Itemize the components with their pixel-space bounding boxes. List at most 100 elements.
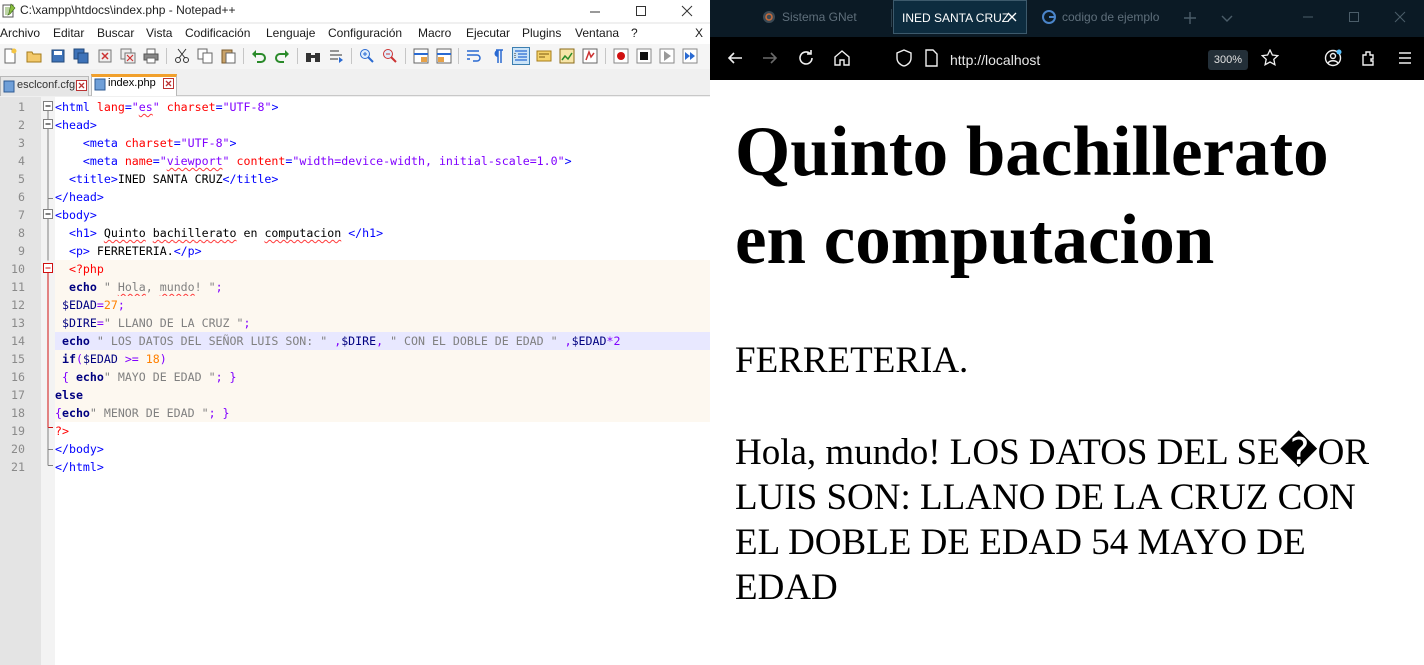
menu-help[interactable]: ? [631,26,638,40]
zoom-level-badge[interactable]: 300% [1208,50,1248,70]
toolbar-separator [297,48,298,64]
open-file-icon[interactable] [26,48,42,64]
back-arrow-icon[interactable] [726,49,744,67]
play-macro-icon[interactable] [659,48,675,64]
code-line-19: ?> [55,424,69,438]
function-list-icon[interactable] [582,48,598,64]
tab-list-chevron-down-icon[interactable] [1220,11,1234,25]
code-line-15: if($EDAD >= 18) [55,350,710,368]
tab-close-icon[interactable] [1007,12,1017,22]
menu-ejecutar[interactable]: Ejecutar [466,26,510,40]
tab-ined-santa-cruz[interactable]: INED SANTA CRUZ [893,0,1027,34]
notepad-window: C:\xampp\htdocs\index.php - Notepad++ Ar… [0,0,710,665]
fold-markers [43,101,53,466]
maximize-icon [1349,12,1359,22]
run-macro-multiple-icon[interactable] [682,48,698,64]
undo-icon[interactable] [251,48,267,64]
bookmark-star-icon[interactable] [1261,49,1279,67]
record-macro-icon[interactable] [613,48,629,64]
zoom-in-icon[interactable] [359,48,375,64]
line-number: 7 [18,208,25,222]
code-line-10: <?php [55,260,710,278]
menu-hamburger-icon[interactable] [1396,49,1414,67]
line-number: 15 [11,352,25,366]
home-icon[interactable] [833,49,851,67]
fold-box-minus-icon[interactable] [43,101,53,111]
sync-horizontal-icon[interactable] [436,48,452,64]
print-icon[interactable] [143,48,159,64]
tab-separator [891,9,892,27]
close-all-icon[interactable] [120,48,136,64]
browser-maximize-button[interactable] [1331,0,1377,34]
extensions-icon[interactable] [1360,49,1378,67]
line-number: 20 [11,442,25,456]
tab-close-icon[interactable] [163,78,174,89]
new-tab-icon[interactable] [1183,11,1197,25]
replace-icon[interactable] [328,48,344,64]
reload-icon[interactable] [797,49,815,67]
copy-icon[interactable] [197,48,213,64]
close-file-icon[interactable] [97,48,113,64]
fold-box-minus-icon[interactable] [43,119,53,129]
menu-lenguaje[interactable]: Lenguaje [266,26,315,40]
page-info-icon[interactable] [922,49,940,67]
line-number: 1 [18,100,25,114]
paste-icon[interactable] [220,48,236,64]
menu-archivo[interactable]: Archivo [0,26,40,40]
fold-box-minus-icon[interactable] [43,209,53,219]
browser-close-button[interactable] [1377,0,1423,34]
menu-buscar[interactable]: Buscar [97,26,134,40]
document-map-icon[interactable] [559,48,575,64]
menu-macro[interactable]: Macro [418,26,451,40]
php-fold-box-minus-icon[interactable] [43,263,53,273]
code-editor[interactable]: 1 2 3 4 5 6 7 8 9 10 11 12 13 14 15 16 1… [0,97,710,665]
forward-arrow-icon[interactable] [761,49,779,67]
code-text[interactable]: <html lang="es" charset="UTF-8"> <head> … [55,97,710,665]
menu-ventana[interactable]: Ventana [575,26,619,40]
line-number: 17 [11,388,25,402]
toolbar [0,44,710,69]
user-language-icon[interactable] [536,48,552,64]
menu-vista[interactable]: Vista [146,26,172,40]
indent-guide-icon[interactable] [512,47,530,65]
menu-configuracion[interactable]: Configuración [328,26,402,40]
zoom-out-icon[interactable] [382,48,398,64]
menu-codificacion[interactable]: Codificación [185,26,250,40]
browser-minimize-button[interactable] [1285,0,1331,34]
line-number: 16 [11,370,25,384]
redo-icon[interactable] [274,48,290,64]
tab-sistema-gnet[interactable]: Sistema GNet [750,0,890,34]
menu-plugins[interactable]: Plugins [522,26,561,40]
tab-close-icon[interactable] [76,80,87,91]
tab-codigo-de-ejemplo[interactable]: codigo de ejemplo [1030,0,1170,34]
tab-index-php[interactable]: index.php [91,74,177,96]
url-bar[interactable]: http://localhost [950,52,1040,68]
close-icon [681,5,693,17]
account-icon[interactable] [1324,49,1342,67]
cut-icon[interactable] [174,48,190,64]
shield-icon[interactable] [895,49,913,67]
document-tabs: esclconf.cfg index.php [0,74,710,96]
line-number: 3 [18,136,25,150]
tab-label: index.php [108,77,156,89]
minimize-icon [590,11,600,13]
show-all-characters-icon[interactable] [489,48,505,64]
sync-vertical-icon[interactable] [413,48,429,64]
save-icon[interactable] [50,48,66,64]
close-button[interactable] [664,0,710,22]
code-line-8: <h1> Quinto bachillerato en computacion … [68,226,384,240]
tab-esclconf-cfg[interactable]: esclconf.cfg [0,76,89,96]
find-icon[interactable] [305,48,321,64]
tab-label: codigo de ejemplo [1062,10,1160,24]
minimize-button[interactable] [572,0,618,22]
maximize-button[interactable] [618,0,664,22]
line-number: 9 [18,244,25,258]
menu-editar[interactable]: Editar [53,26,84,40]
code-line-18: {echo" MENOR DE EDAD "; } [55,404,710,422]
stop-macro-icon[interactable] [636,48,652,64]
save-all-icon[interactable] [73,48,89,64]
word-wrap-icon[interactable] [466,48,482,64]
line-number: 2 [18,118,25,132]
close-document-button[interactable]: X [695,26,703,40]
new-file-icon[interactable] [2,48,18,64]
